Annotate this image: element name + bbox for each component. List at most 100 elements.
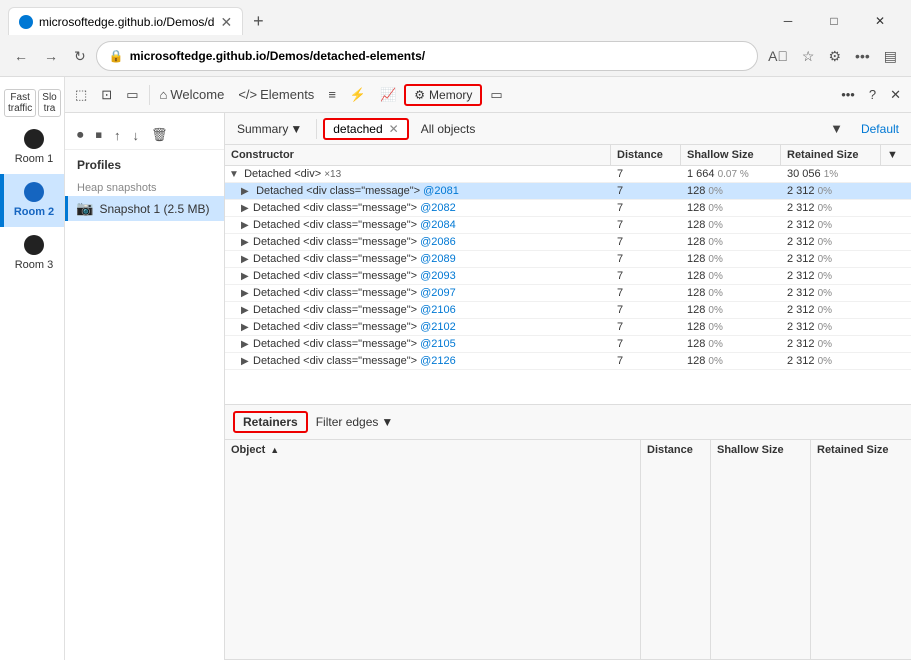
memory-gear-icon: ⚙ bbox=[414, 88, 425, 102]
welcome-tab-button[interactable]: ⌂ Welcome bbox=[154, 83, 231, 106]
room-1-item[interactable]: Room 1 bbox=[0, 121, 64, 174]
tab-bar: microsoftedge.github.io/Demos/d ✕ + ─ □ … bbox=[0, 0, 911, 36]
address-link[interactable]: @2105 bbox=[417, 338, 456, 350]
tab-close-button[interactable]: ✕ bbox=[220, 15, 232, 29]
upper-table-header: Constructor Distance Shallow Size Retain… bbox=[225, 145, 911, 166]
distance-header: Distance bbox=[641, 440, 711, 659]
table-row[interactable]: ▼ Detached <div> ×13 7 1 664 0.07 % 30 0… bbox=[225, 166, 911, 183]
table-row[interactable]: ▶Detached <div class="message"> @2084 71… bbox=[225, 217, 911, 234]
address-link[interactable]: @2089 bbox=[417, 253, 456, 265]
app-sidebar: Fasttraffic Slotra Room 1 Room 2 Room 3 bbox=[0, 77, 65, 660]
read-aloud-button[interactable]: A⃣ bbox=[762, 44, 794, 69]
load-button[interactable]: ↓ bbox=[129, 126, 144, 145]
constructor-header: Constructor bbox=[225, 145, 611, 165]
browser-chrome: microsoftedge.github.io/Demos/d ✕ + ─ □ … bbox=[0, 0, 911, 77]
address-link[interactable]: @2093 bbox=[417, 270, 456, 282]
nav-bar: ← → ↻ 🔒 microsoftedge.github.io/Demos/de… bbox=[0, 36, 911, 76]
address-link[interactable]: @2102 bbox=[417, 321, 456, 333]
fast-traffic-button[interactable]: Fasttraffic bbox=[4, 89, 36, 117]
expand-icon[interactable]: ▼ bbox=[229, 169, 241, 180]
performance-tab-button[interactable]: 📈 bbox=[374, 83, 402, 107]
address-bar[interactable]: 🔒 microsoftedge.github.io/Demos/detached… bbox=[96, 41, 758, 71]
summary-button[interactable]: Summary ▼ bbox=[229, 118, 310, 140]
devtools-toolbar: ⬚ ⊡ ▭ ⌂ Welcome </> Elements ≡ ⚡ 📈 ⚙ Mem… bbox=[65, 77, 911, 113]
filter-edges-button[interactable]: Filter edges ▼ bbox=[316, 415, 394, 429]
device-emulation-button[interactable]: ⊡ bbox=[95, 83, 118, 107]
address-link[interactable]: @2086 bbox=[417, 236, 456, 248]
all-objects-button[interactable]: All objects bbox=[413, 118, 484, 140]
sources-tab-button[interactable]: ⚡ bbox=[344, 83, 372, 107]
tab-title: microsoftedge.github.io/Demos/d bbox=[39, 15, 214, 29]
profiles-panel: ⏺ ⏹ ↑ ↓ 🗑 Profiles Heap snapshots 📷 Snap… bbox=[65, 113, 225, 660]
filter-remove-button[interactable]: ✕ bbox=[389, 122, 399, 136]
restore-button[interactable]: □ bbox=[811, 7, 857, 35]
table-row[interactable]: ▶Detached <div class="message"> @2093 71… bbox=[225, 268, 911, 285]
address-link[interactable]: @2082 bbox=[417, 202, 456, 214]
table-row[interactable]: ▶Detached <div class="message"> @2126 71… bbox=[225, 353, 911, 370]
more-button[interactable]: ••• bbox=[849, 44, 876, 69]
address-link[interactable]: @2126 bbox=[417, 355, 456, 367]
console-drawer-button[interactable]: ▭ bbox=[120, 83, 144, 107]
more-tools-button[interactable]: ••• bbox=[835, 83, 861, 106]
memory-tab-button[interactable]: ⚙ Memory bbox=[404, 84, 482, 106]
close-button[interactable]: ✕ bbox=[857, 7, 903, 35]
table-row[interactable]: ▶Detached <div class="message"> @2106 71… bbox=[225, 302, 911, 319]
constructor-cell: ▶Detached <div class="message"> @2097 bbox=[225, 285, 611, 301]
network-tab-button[interactable]: ≡ bbox=[322, 83, 342, 106]
constructor-cell: ▶Detached <div class="message"> @2093 bbox=[225, 268, 611, 284]
table-row[interactable]: ▶Detached <div class="message"> @2086 71… bbox=[225, 234, 911, 251]
room-3-dot bbox=[24, 235, 44, 255]
expand-icon[interactable]: ▶ bbox=[241, 186, 253, 197]
distance-header: Distance bbox=[611, 145, 681, 165]
snapshot-icon: 📷 bbox=[76, 200, 93, 217]
retained-cell: 30 056 1% bbox=[781, 166, 881, 182]
forward-button[interactable]: → bbox=[38, 44, 64, 68]
elements-label: Elements bbox=[260, 87, 314, 102]
profile-toolbar: ⏺ ⏹ ↑ ↓ 🗑 bbox=[65, 121, 224, 150]
back-button[interactable]: ← bbox=[8, 44, 34, 68]
toolbar2-separator bbox=[316, 119, 317, 139]
address-link[interactable]: @2081 bbox=[423, 185, 459, 197]
table-row[interactable]: ▶Detached <div class="message"> @2082 71… bbox=[225, 200, 911, 217]
address-link[interactable]: @2106 bbox=[417, 304, 456, 316]
table-row[interactable]: ▶Detached <div class="message"> @2097 71… bbox=[225, 285, 911, 302]
room-2-item[interactable]: Room 2 bbox=[0, 174, 64, 227]
help-button[interactable]: ? bbox=[863, 83, 882, 106]
inspect-element-button[interactable]: ⬚ bbox=[69, 83, 93, 107]
table-row[interactable]: ▶ Detached <div class="message"> @2081 7… bbox=[225, 183, 911, 200]
constructor-text: Detached <div class="message"> bbox=[256, 185, 420, 197]
refresh-button[interactable]: ↻ bbox=[68, 44, 92, 69]
address-link[interactable]: @2084 bbox=[417, 219, 456, 231]
retainers-button[interactable]: Retainers bbox=[233, 411, 308, 433]
constructor-cell: ▶Detached <div class="message"> @2102 bbox=[225, 319, 611, 335]
sort-dropdown-button[interactable]: ▼ bbox=[824, 117, 849, 140]
welcome-label: Welcome bbox=[170, 87, 224, 102]
devtools-toolbar2: Summary ▼ detached ✕ All objects ▼ Defau… bbox=[225, 113, 911, 145]
sidebar-button[interactable]: ▤ bbox=[878, 44, 903, 69]
table-row[interactable]: ▶Detached <div class="message"> @2089 71… bbox=[225, 251, 911, 268]
close-devtools-button[interactable]: ✕ bbox=[884, 83, 907, 107]
new-tab-button[interactable]: + bbox=[247, 9, 270, 34]
table-row[interactable]: ▶Detached <div class="message"> @2102 71… bbox=[225, 319, 911, 336]
lower-table: Object ▲ Distance Shallow Size Retained … bbox=[225, 440, 911, 660]
traffic-buttons: Fasttraffic Slotra bbox=[0, 85, 64, 121]
favorites-button[interactable]: ☆ bbox=[796, 44, 821, 69]
elements-tab-button[interactable]: </> Elements bbox=[232, 83, 320, 106]
object-header: Object ▲ bbox=[225, 440, 641, 659]
clear-button[interactable]: ↑ bbox=[110, 126, 125, 145]
default-button[interactable]: Default bbox=[853, 118, 907, 140]
room-2-dot bbox=[24, 182, 44, 202]
room-3-item[interactable]: Room 3 bbox=[0, 227, 64, 280]
toolbar-separator-1 bbox=[149, 85, 150, 105]
application-tab-button[interactable]: ▭ bbox=[484, 83, 508, 107]
minimize-button[interactable]: ─ bbox=[765, 7, 811, 35]
active-tab[interactable]: microsoftedge.github.io/Demos/d ✕ bbox=[8, 7, 243, 35]
record-button[interactable]: ⏺ bbox=[73, 125, 88, 145]
table-row[interactable]: ▶Detached <div class="message"> @2105 71… bbox=[225, 336, 911, 353]
delete-button[interactable]: 🗑 bbox=[147, 125, 172, 145]
address-link[interactable]: @2097 bbox=[417, 287, 456, 299]
snapshot-1-item[interactable]: 📷 Snapshot 1 (2.5 MB) bbox=[65, 196, 224, 221]
slow-traffic-button[interactable]: Slotra bbox=[38, 89, 60, 117]
stop-button[interactable]: ⏹ bbox=[92, 125, 107, 145]
extensions-button[interactable]: ⚙ bbox=[822, 44, 847, 69]
